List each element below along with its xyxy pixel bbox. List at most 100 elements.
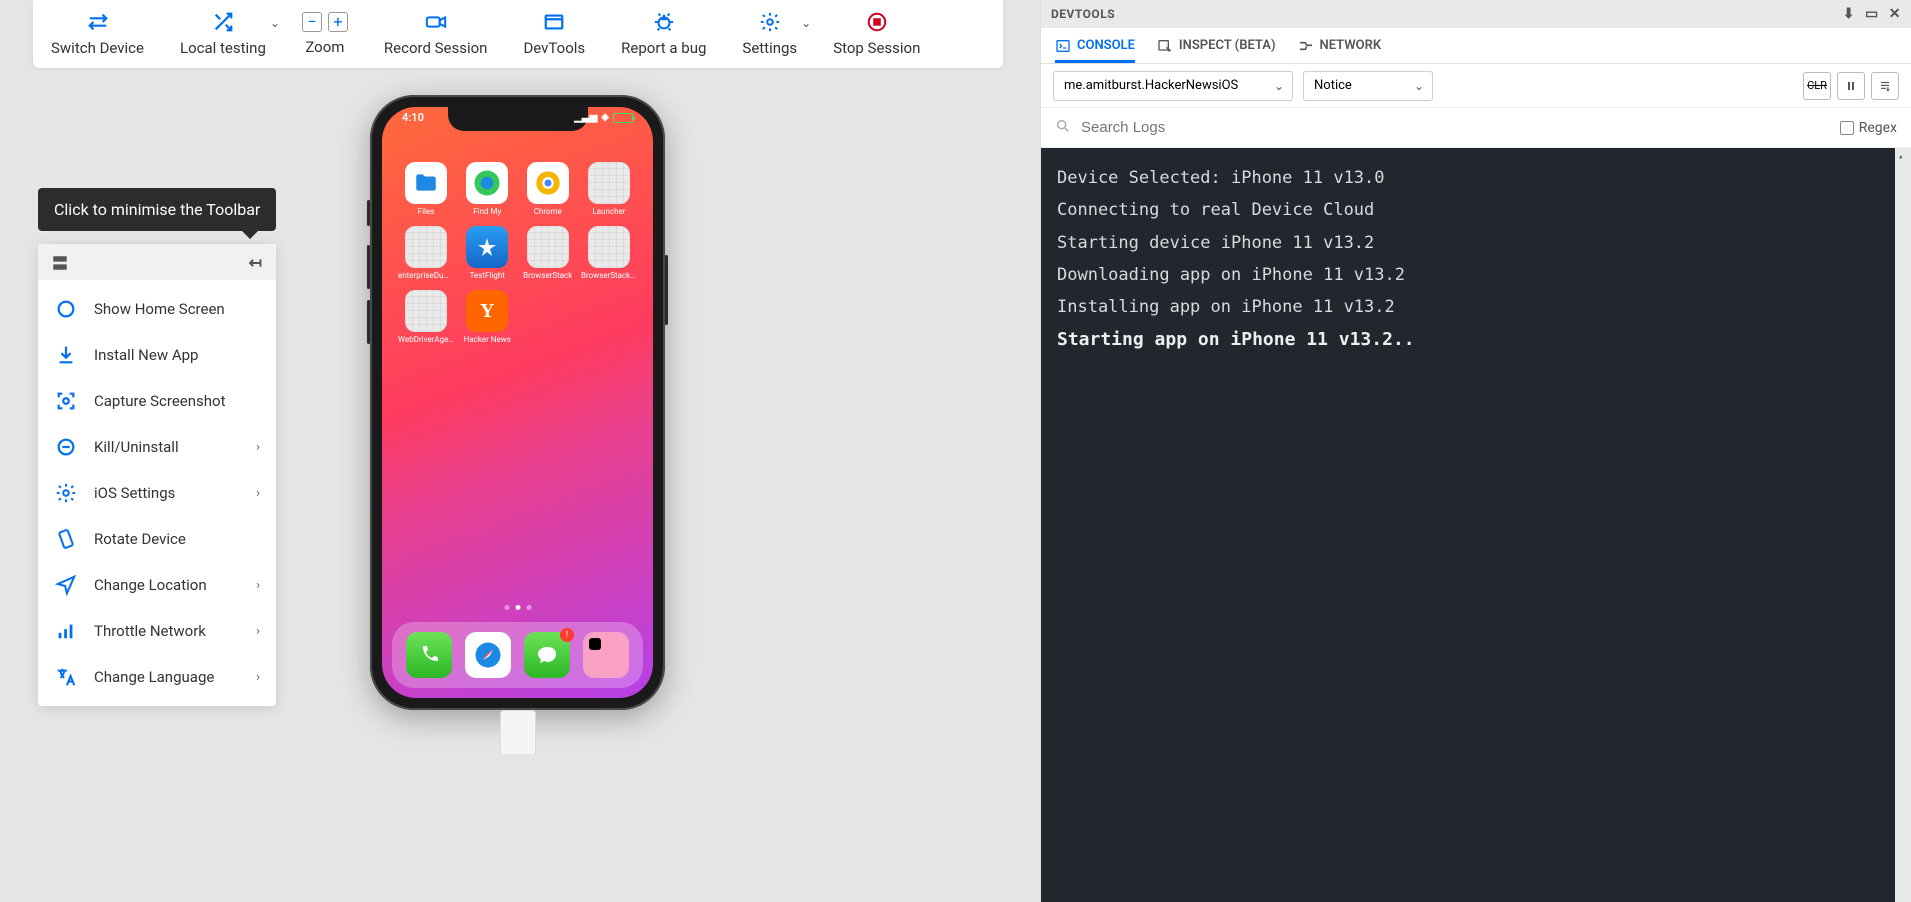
sidebar-item-location[interactable]: Change Location › xyxy=(38,562,276,608)
checkbox-icon xyxy=(1840,121,1854,135)
shuffle-icon xyxy=(212,11,234,33)
app-launcher[interactable]: Launcher xyxy=(581,162,637,216)
sidebar-item-home[interactable]: Show Home Screen xyxy=(38,286,276,332)
gear-icon xyxy=(54,482,78,504)
sidebar-item-screenshot[interactable]: Capture Screenshot xyxy=(38,378,276,424)
app-chrome[interactable]: Chrome xyxy=(521,162,576,216)
minus-circle-icon xyxy=(54,436,78,458)
devtools-controls: me.amitburst.HackerNewsiOS ⌄ Notice ⌄ CL… xyxy=(1041,64,1911,108)
stop-session-button[interactable]: Stop Session xyxy=(815,0,938,68)
swap-icon xyxy=(87,11,109,33)
circle-icon xyxy=(54,298,78,320)
sidebar-handle[interactable]: 〓 ↤ xyxy=(38,244,276,280)
regex-toggle[interactable]: Regex xyxy=(1840,120,1897,136)
home-screen-grid: Files Find My Chrome Launcher enterprise… xyxy=(382,162,653,344)
console-output[interactable]: Device Selected: iPhone 11 v13.0 Connect… xyxy=(1041,148,1911,902)
chevron-right-icon: › xyxy=(256,486,260,501)
dock-messages[interactable]: ! xyxy=(524,632,570,678)
zoom-control[interactable]: − + Zoom xyxy=(284,0,366,68)
toolbar-label: Settings xyxy=(742,39,797,57)
sidebar-item-label: Change Language xyxy=(94,668,214,686)
translate-icon xyxy=(54,666,78,688)
devtools-header: DEVTOOLS ⬇ ▭ ✕ xyxy=(1041,0,1911,28)
maximize-icon[interactable]: ▭ xyxy=(1865,6,1879,22)
devtools-window-controls: ⬇ ▭ ✕ xyxy=(1843,6,1901,22)
search-icon xyxy=(1055,118,1071,138)
phone-cable xyxy=(500,710,536,754)
video-icon xyxy=(425,11,447,33)
chevron-down-icon: ⌄ xyxy=(1274,79,1284,93)
sidebar-item-kill[interactable]: Kill/Uninstall › xyxy=(38,424,276,470)
device-preview[interactable]: 4:10 ▁▃▅ ◈ Files Find My Chrome Launcher… xyxy=(370,95,665,710)
log-line: Connecting to real Device Cloud xyxy=(1057,194,1895,226)
sidebar-item-label: Kill/Uninstall xyxy=(94,438,179,456)
sidebar-item-throttle[interactable]: Throttle Network › xyxy=(38,608,276,654)
search-logs-input[interactable] xyxy=(1081,119,1830,136)
sidebar-item-label: Install New App xyxy=(94,346,198,364)
toolbar-label: Record Session xyxy=(384,39,488,57)
status-bar: 4:10 ▁▃▅ ◈ xyxy=(382,111,653,124)
app-browserstackui[interactable]: BrowserStackUI... xyxy=(581,226,637,280)
devtools-title: DEVTOOLS xyxy=(1051,7,1115,21)
zoom-in-button[interactable]: + xyxy=(328,12,348,32)
chevron-down-icon: ⌄ xyxy=(270,16,280,30)
location-icon xyxy=(54,574,78,596)
regex-label: Regex xyxy=(1859,120,1897,136)
switch-device-button[interactable]: Switch Device xyxy=(33,0,162,68)
window-icon xyxy=(543,11,565,33)
devtools-button[interactable]: DevTools xyxy=(505,0,603,68)
sidebar-item-label: Show Home Screen xyxy=(94,300,225,318)
tab-network[interactable]: NETWORK xyxy=(1298,28,1382,63)
toolbar-label: Zoom xyxy=(305,38,344,56)
dock-phone[interactable] xyxy=(406,632,452,678)
chevron-right-icon: › xyxy=(256,578,260,593)
dock-safari[interactable] xyxy=(465,632,511,678)
page-indicator xyxy=(504,605,531,610)
sidebar-item-label: Capture Screenshot xyxy=(94,392,226,410)
app-findmy[interactable]: Find My xyxy=(460,162,515,216)
app-browserstack[interactable]: BrowserStack xyxy=(521,226,576,280)
scrollbar[interactable] xyxy=(1895,148,1911,902)
tab-console[interactable]: CONSOLE xyxy=(1055,28,1135,63)
settings-button[interactable]: Settings ⌄ xyxy=(724,0,815,68)
status-time: 4:10 xyxy=(402,111,424,124)
tooltip-text: Click to minimise the Toolbar xyxy=(54,200,260,219)
chevron-down-icon: ⌄ xyxy=(1414,79,1424,93)
sidebar-item-language[interactable]: Change Language › xyxy=(38,654,276,700)
chevron-right-icon: › xyxy=(256,670,260,685)
app-enterprise[interactable]: enterpriseDummy xyxy=(398,226,454,280)
phone-volume-down xyxy=(367,300,370,344)
chevron-right-icon: › xyxy=(256,440,260,455)
app-testflight[interactable]: TestFlight xyxy=(460,226,515,280)
sidebar-item-install[interactable]: Install New App xyxy=(38,332,276,378)
download-icon[interactable]: ⬇ xyxy=(1843,6,1855,22)
app-hackernews[interactable]: YHacker News xyxy=(460,290,515,344)
toolbar-label: DevTools xyxy=(523,39,585,57)
main-toolbar: Switch Device Local testing ⌄ − + Zoom R… xyxy=(33,0,1003,68)
log-line: Device Selected: iPhone 11 v13.0 xyxy=(1057,162,1895,194)
collapse-icon[interactable]: ↤ xyxy=(249,253,262,272)
battery-icon xyxy=(613,113,633,123)
record-session-button[interactable]: Record Session xyxy=(366,0,506,68)
app-select[interactable]: me.amitburst.HackerNewsiOS ⌄ xyxy=(1053,71,1293,101)
local-testing-button[interactable]: Local testing ⌄ xyxy=(162,0,284,68)
sidebar-item-label: Change Location xyxy=(94,576,207,594)
app-files[interactable]: Files xyxy=(398,162,454,216)
app-webdriveragent[interactable]: WebDriverAgen... xyxy=(398,290,454,344)
log-line-current: Starting app on iPhone 11 v13.2.. xyxy=(1057,323,1895,357)
select-value: Notice xyxy=(1314,78,1352,93)
phone-power-button xyxy=(665,255,668,325)
console-controls: CLR xyxy=(1803,72,1899,100)
phone-screen[interactable]: 4:10 ▁▃▅ ◈ Files Find My Chrome Launcher… xyxy=(382,107,653,698)
sidebar-item-ios-settings[interactable]: iOS Settings › xyxy=(38,470,276,516)
log-level-select[interactable]: Notice ⌄ xyxy=(1303,71,1433,101)
clear-button[interactable]: CLR xyxy=(1803,72,1831,100)
report-bug-button[interactable]: Report a bug xyxy=(603,0,724,68)
sidebar-item-rotate[interactable]: Rotate Device xyxy=(38,516,276,562)
zoom-out-button[interactable]: − xyxy=(302,12,322,32)
pause-button[interactable] xyxy=(1837,72,1865,100)
dock-app[interactable] xyxy=(583,632,629,678)
tab-inspect[interactable]: INSPECT (BETA) xyxy=(1157,28,1276,63)
close-icon[interactable]: ✕ xyxy=(1889,6,1901,22)
scroll-bottom-button[interactable] xyxy=(1871,72,1899,100)
